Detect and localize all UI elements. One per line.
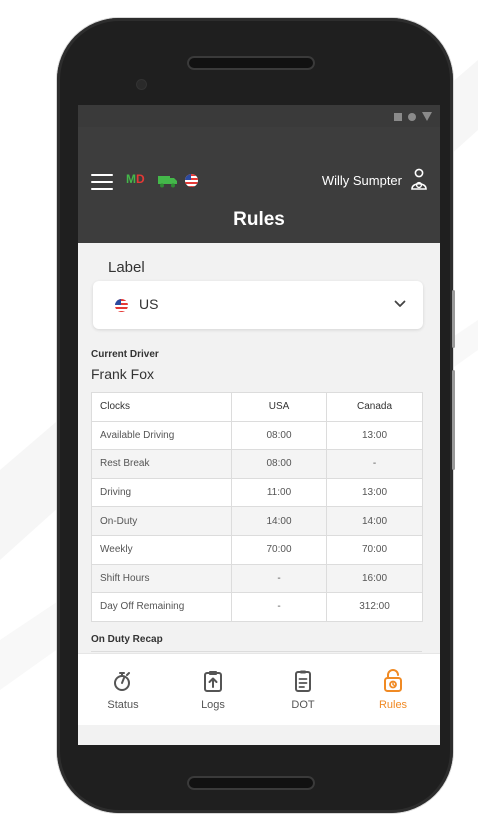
duty-status-code: MD bbox=[126, 172, 145, 186]
clock-name: On-Duty bbox=[91, 506, 232, 536]
clock-name: Day Off Remaining bbox=[91, 592, 232, 622]
usa-value: 70:00 bbox=[231, 534, 327, 565]
table-row: Driving 11:00 13:00 bbox=[91, 477, 423, 508]
select-value: US bbox=[139, 296, 159, 312]
nav-status[interactable]: Status bbox=[78, 654, 168, 726]
column-header-canada: Canada bbox=[326, 392, 423, 422]
clock-name: Rest Break bbox=[91, 449, 232, 479]
current-driver-caption: Current Driver bbox=[91, 349, 159, 360]
nav-rules-label: Rules bbox=[378, 699, 408, 711]
app-header: MD Willy Sumpter Rules bbox=[78, 127, 440, 243]
bottom-speaker bbox=[187, 776, 315, 790]
triangle-icon bbox=[422, 112, 432, 121]
clock-name: Available Driving bbox=[91, 420, 232, 451]
earpiece-speaker bbox=[187, 56, 315, 70]
canada-value: 14:00 bbox=[326, 506, 423, 536]
usa-value: 08:00 bbox=[231, 420, 327, 451]
bottom-navigation: Status Logs DOT Rules bbox=[78, 653, 440, 725]
on-duty-recap-caption: On Duty Recap bbox=[91, 634, 163, 645]
usa-value: - bbox=[231, 592, 327, 622]
rules-content: Label US Current Driver Frank Fox Clocks… bbox=[78, 243, 440, 653]
canada-value: 13:00 bbox=[326, 477, 423, 508]
table-row: Rest Break 08:00 - bbox=[91, 449, 423, 479]
canada-value: 70:00 bbox=[326, 534, 423, 565]
status-code-d: D bbox=[136, 172, 145, 186]
us-flag-icon bbox=[185, 174, 198, 187]
nav-dot[interactable]: DOT bbox=[258, 654, 348, 726]
nav-status-label: Status bbox=[107, 699, 139, 711]
user-profile-icon[interactable] bbox=[409, 168, 429, 192]
power-button bbox=[452, 370, 455, 470]
nav-dot-label: DOT bbox=[291, 699, 315, 711]
menu-icon[interactable] bbox=[91, 174, 113, 190]
status-code-m: M bbox=[126, 172, 136, 186]
circle-icon bbox=[408, 112, 416, 121]
usa-value: - bbox=[231, 563, 327, 594]
column-header-clocks: Clocks bbox=[91, 392, 232, 422]
user-name: Willy Sumpter bbox=[321, 173, 402, 188]
canada-value: 13:00 bbox=[326, 420, 423, 451]
clock-name: Driving bbox=[91, 477, 232, 508]
stopwatch-icon bbox=[114, 672, 130, 691]
canada-value: 312:00 bbox=[326, 592, 423, 622]
table-row: Shift Hours - 16:00 bbox=[91, 563, 423, 594]
driver-name: Frank Fox bbox=[91, 366, 155, 382]
usa-value: 14:00 bbox=[231, 506, 327, 536]
usa-value: 08:00 bbox=[231, 449, 327, 479]
canada-value: - bbox=[326, 449, 423, 479]
label-heading: Label bbox=[108, 259, 145, 276]
volume-button bbox=[452, 290, 455, 348]
table-header-row: Clocks USA Canada bbox=[91, 392, 423, 422]
table-row: Weekly 70:00 70:00 bbox=[91, 534, 423, 565]
front-camera bbox=[137, 80, 146, 89]
us-flag-icon bbox=[115, 299, 128, 312]
rules-lock-icon bbox=[384, 669, 402, 692]
country-select[interactable]: US bbox=[93, 281, 423, 329]
chevron-down-icon bbox=[394, 300, 406, 307]
nav-logs-label: Logs bbox=[201, 699, 225, 711]
column-header-usa: USA bbox=[231, 392, 327, 422]
canada-value: 16:00 bbox=[326, 563, 423, 594]
document-icon bbox=[295, 670, 311, 692]
table-row: Available Driving 08:00 13:00 bbox=[91, 420, 423, 451]
table-row: Day Off Remaining - 312:00 bbox=[91, 592, 423, 622]
table-row: On-Duty 14:00 14:00 bbox=[91, 506, 423, 536]
truck-icon bbox=[158, 176, 177, 188]
phone-screen: MD Willy Sumpter Rules Label US Current … bbox=[78, 105, 440, 745]
usa-value: 11:00 bbox=[231, 477, 327, 508]
nav-rules[interactable]: Rules bbox=[348, 654, 438, 726]
square-icon bbox=[394, 112, 402, 121]
page-title: Rules bbox=[233, 209, 285, 230]
clocks-table: Clocks USA Canada Available Driving 08:0… bbox=[91, 392, 423, 622]
nav-logs[interactable]: Logs bbox=[168, 654, 258, 726]
clipboard-upload-icon bbox=[204, 671, 222, 692]
clock-name: Shift Hours bbox=[91, 563, 232, 594]
screen-footer bbox=[78, 725, 440, 745]
system-status-bar bbox=[78, 105, 440, 127]
clock-name: Weekly bbox=[91, 534, 232, 565]
